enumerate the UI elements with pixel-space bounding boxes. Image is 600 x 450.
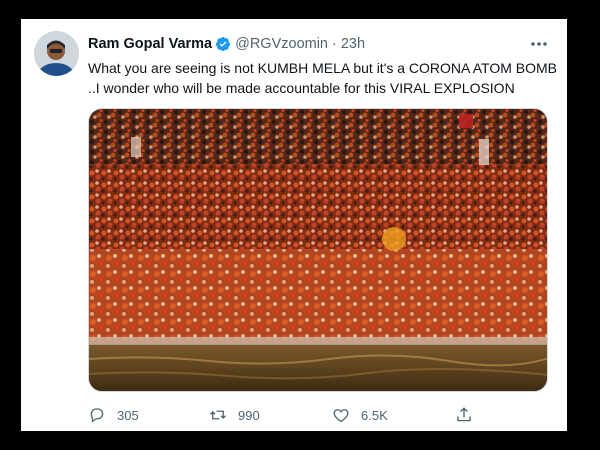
retweet-icon [210,410,226,420]
tweet-actions: 305 990 6.5K [88,403,488,427]
tweet-card: Ram Gopal Varma @RGVzoomin · 23h What yo… [21,19,567,431]
tweet-text-line: What you are seeing is not KUMBH MELA bu… [88,60,557,76]
avatar[interactable] [34,31,79,76]
author-name[interactable]: Ram Gopal Varma [88,36,212,52]
more-options-icon[interactable] [529,36,549,52]
like-button[interactable]: 6.5K [332,403,388,427]
heart-icon [333,409,349,423]
like-count: 6.5K [361,407,388,423]
tweet-text-line: ..I wonder who will be made accountable … [88,80,515,96]
tweet-timestamp[interactable]: 23h [341,36,365,52]
separator-dot: · [332,36,337,52]
retweet-button[interactable]: 990 [209,403,260,427]
tweet-text: What you are seeing is not KUMBH MELA bu… [88,58,558,98]
retweet-count: 990 [238,407,260,423]
share-icon [457,407,471,422]
share-button[interactable] [455,403,473,427]
author-handle[interactable]: @RGVzoomin [235,36,328,52]
reply-icon [90,408,104,423]
tweet-header: Ram Gopal Varma @RGVzoomin · 23h [88,34,553,54]
tweet-photo[interactable] [88,108,548,392]
verified-badge-icon [216,37,231,51]
reply-button[interactable]: 305 [88,403,139,427]
reply-count: 305 [117,407,139,423]
